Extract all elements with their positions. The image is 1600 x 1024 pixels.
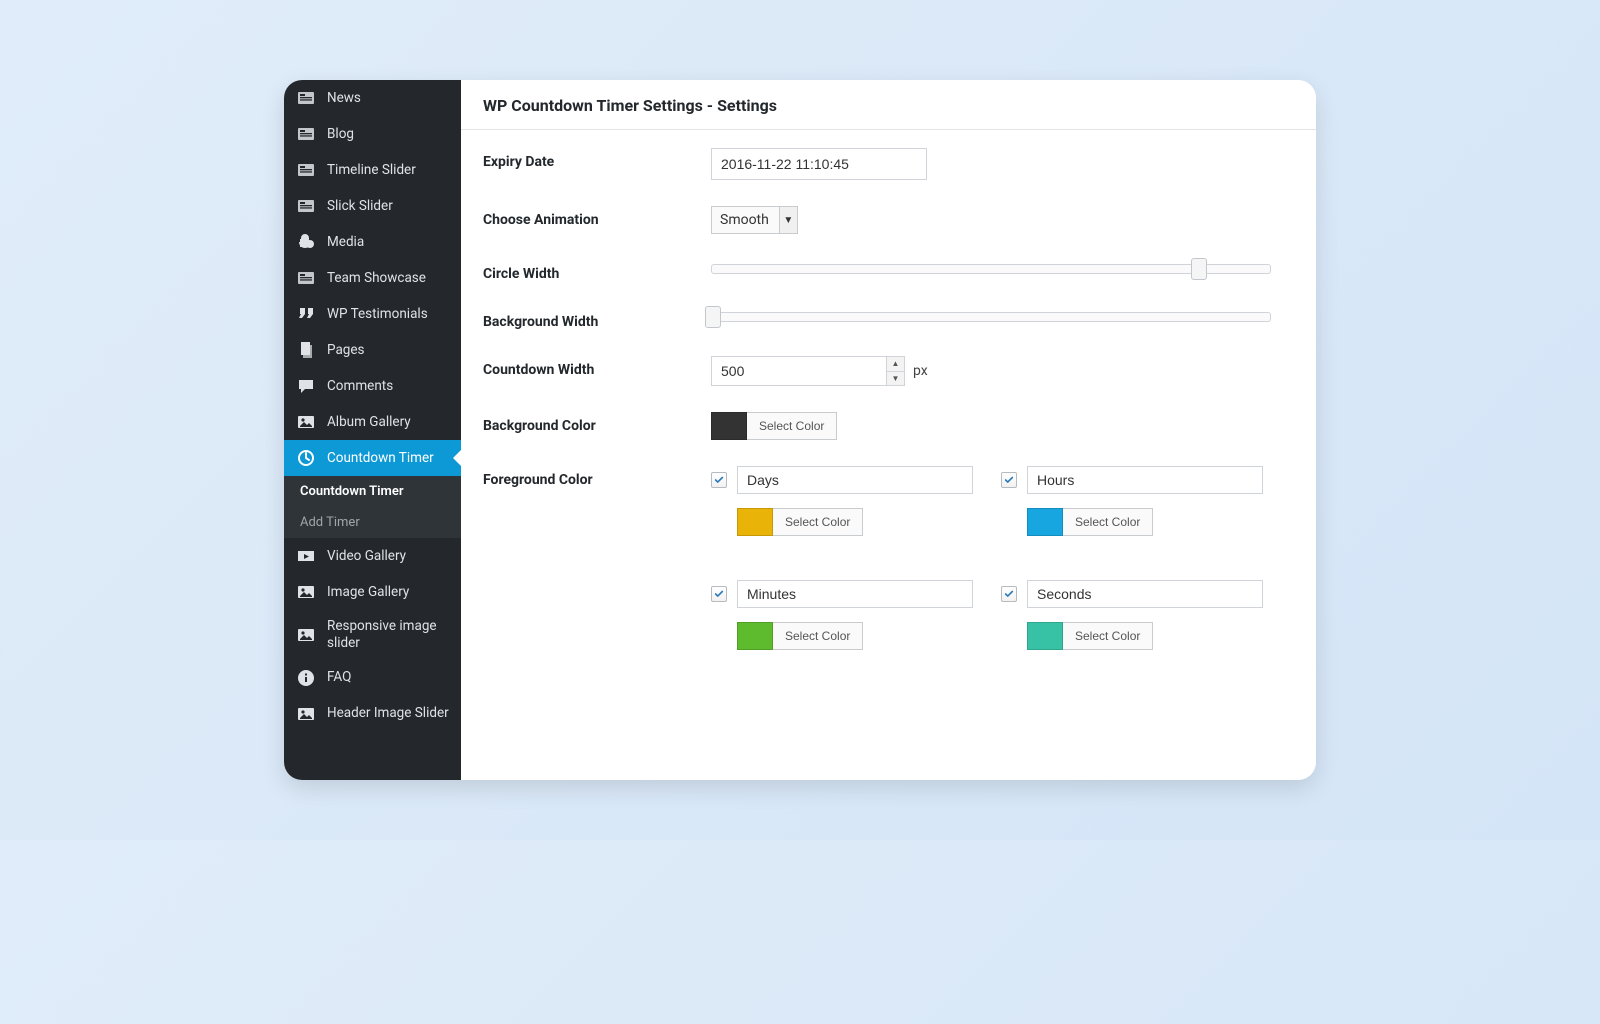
fg-hours-select-color-button[interactable]: Select Color [1063, 508, 1153, 536]
sidebar-item-label: Pages [327, 342, 451, 359]
animation-value: Smooth [712, 207, 779, 233]
sidebar-item-slick-slider[interactable]: Slick Slider [284, 188, 461, 224]
fg-days-swatch[interactable] [737, 508, 773, 536]
gallery-icon [296, 412, 316, 432]
circle-width-label: Circle Width [483, 260, 691, 282]
sidebar-item-countdown-timer[interactable]: Countdown Timer [284, 440, 461, 476]
admin-sidebar: News Blog Timeline Slider Slick Slider Media… [284, 80, 461, 780]
sidebar-item-responsive-image-slider[interactable]: Responsive image slider [284, 610, 461, 660]
clock-icon [296, 448, 316, 468]
sidebar-item-pages[interactable]: Pages [284, 332, 461, 368]
background-color-button[interactable]: Select Color [747, 412, 837, 440]
gallery-icon [296, 625, 316, 645]
fg-hours-input[interactable] [1027, 466, 1263, 494]
foreground-color-grid: Select Color Select Color Select Color Sele… [711, 466, 1271, 650]
expiry-date-input[interactable] [711, 148, 927, 180]
main-panel: WP Countdown Timer Settings - Settings E… [461, 80, 1316, 780]
animation-select[interactable]: Smooth ▼ [711, 206, 798, 234]
fg-item-seconds: Select Color [1001, 580, 1271, 650]
slider-thumb[interactable] [1191, 258, 1207, 280]
sidebar-item-label: Slick Slider [327, 198, 451, 215]
background-color-swatch[interactable] [711, 412, 747, 440]
sidebar-item-label: Timeline Slider [327, 162, 451, 179]
sidebar-subitem-sub-add-timer[interactable]: Add Timer [284, 507, 461, 538]
fg-seconds-checkbox[interactable] [1001, 586, 1017, 602]
sidebar-item-wp-testimonials[interactable]: WP Testimonials [284, 296, 461, 332]
admin-window: News Blog Timeline Slider Slick Slider Media… [284, 80, 1316, 780]
sidebar-item-label: Responsive image slider [327, 618, 451, 652]
background-width-label: Background Width [483, 308, 691, 330]
countdown-width-input[interactable]: ▲ ▼ [711, 356, 905, 386]
sidebar-item-media[interactable]: Media [284, 224, 461, 260]
chat-icon [296, 376, 316, 396]
fg-minutes-input[interactable] [737, 580, 973, 608]
sidebar-item-label: Countdown Timer [327, 450, 451, 467]
sidebar-item-label: Comments [327, 378, 451, 395]
countdown-width-unit: px [913, 363, 928, 379]
background-width-slider[interactable] [711, 308, 1271, 326]
sidebar-item-label: WP Testimonials [327, 306, 451, 323]
sidebar-item-label: Blog [327, 126, 451, 143]
fg-hours-checkbox[interactable] [1001, 472, 1017, 488]
fg-minutes-swatch[interactable] [737, 622, 773, 650]
fg-days-checkbox[interactable] [711, 472, 727, 488]
sidebar-submenu: Countdown TimerAdd Timer [284, 476, 461, 538]
video-icon [296, 546, 316, 566]
sidebar-item-comments[interactable]: Comments [284, 368, 461, 404]
sidebar-item-label: FAQ [327, 669, 451, 686]
sidebar-subitem-sub-countdown-timer[interactable]: Countdown Timer [284, 476, 461, 507]
fg-item-hours: Select Color [1001, 466, 1271, 536]
fg-seconds-select-color-button[interactable]: Select Color [1063, 622, 1153, 650]
sidebar-item-label: Media [327, 234, 451, 251]
pages-icon [296, 340, 316, 360]
fg-seconds-swatch[interactable] [1027, 622, 1063, 650]
sidebar-item-label: Image Gallery [327, 584, 451, 601]
post-icon [296, 124, 316, 144]
page-title: WP Countdown Timer Settings - Settings [461, 80, 1316, 130]
slider-thumb[interactable] [705, 306, 721, 328]
sidebar-item-album-gallery[interactable]: Album Gallery [284, 404, 461, 440]
circle-width-slider[interactable] [711, 260, 1271, 278]
countdown-width-label: Countdown Width [483, 356, 691, 378]
fg-minutes-select-color-button[interactable]: Select Color [773, 622, 863, 650]
expiry-date-label: Expiry Date [483, 148, 691, 170]
foreground-color-label: Foreground Color [483, 466, 691, 488]
sidebar-item-label: Album Gallery [327, 414, 451, 431]
fg-seconds-input[interactable] [1027, 580, 1263, 608]
animation-label: Choose Animation [483, 206, 691, 228]
fg-item-minutes: Select Color [711, 580, 981, 650]
fg-hours-swatch[interactable] [1027, 508, 1063, 536]
fg-item-days: Select Color [711, 466, 981, 536]
media-icon [296, 232, 316, 252]
post-icon [296, 268, 316, 288]
quote-icon [296, 304, 316, 324]
sidebar-item-label: News [327, 90, 451, 107]
gallery-icon [296, 582, 316, 602]
sidebar-item-news[interactable]: News [284, 80, 461, 116]
sidebar-item-image-gallery[interactable]: Image Gallery [284, 574, 461, 610]
gallery-icon [296, 704, 316, 724]
sidebar-item-timeline-slider[interactable]: Timeline Slider [284, 152, 461, 188]
sidebar-item-header-image-slider[interactable]: Header Image Slider [284, 696, 461, 732]
post-icon [296, 196, 316, 216]
sidebar-item-blog[interactable]: Blog [284, 116, 461, 152]
settings-form: Expiry Date Choose Animation Smooth ▼ Ci… [461, 130, 1316, 678]
sidebar-item-video-gallery[interactable]: Video Gallery [284, 538, 461, 574]
info-icon [296, 668, 316, 688]
sidebar-item-label: Team Showcase [327, 270, 451, 287]
sidebar-item-team-showcase[interactable]: Team Showcase [284, 260, 461, 296]
chevron-down-icon: ▼ [779, 207, 797, 233]
post-icon [296, 88, 316, 108]
countdown-width-number[interactable] [712, 357, 886, 385]
post-icon [296, 160, 316, 180]
fg-minutes-checkbox[interactable] [711, 586, 727, 602]
sidebar-item-faq[interactable]: FAQ [284, 660, 461, 696]
spin-down-icon[interactable]: ▼ [887, 372, 904, 386]
spin-up-icon[interactable]: ▲ [887, 357, 904, 372]
sidebar-item-label: Header Image Slider [327, 705, 451, 722]
fg-days-select-color-button[interactable]: Select Color [773, 508, 863, 536]
sidebar-item-label: Video Gallery [327, 548, 451, 565]
background-color-label: Background Color [483, 412, 691, 434]
fg-days-input[interactable] [737, 466, 973, 494]
